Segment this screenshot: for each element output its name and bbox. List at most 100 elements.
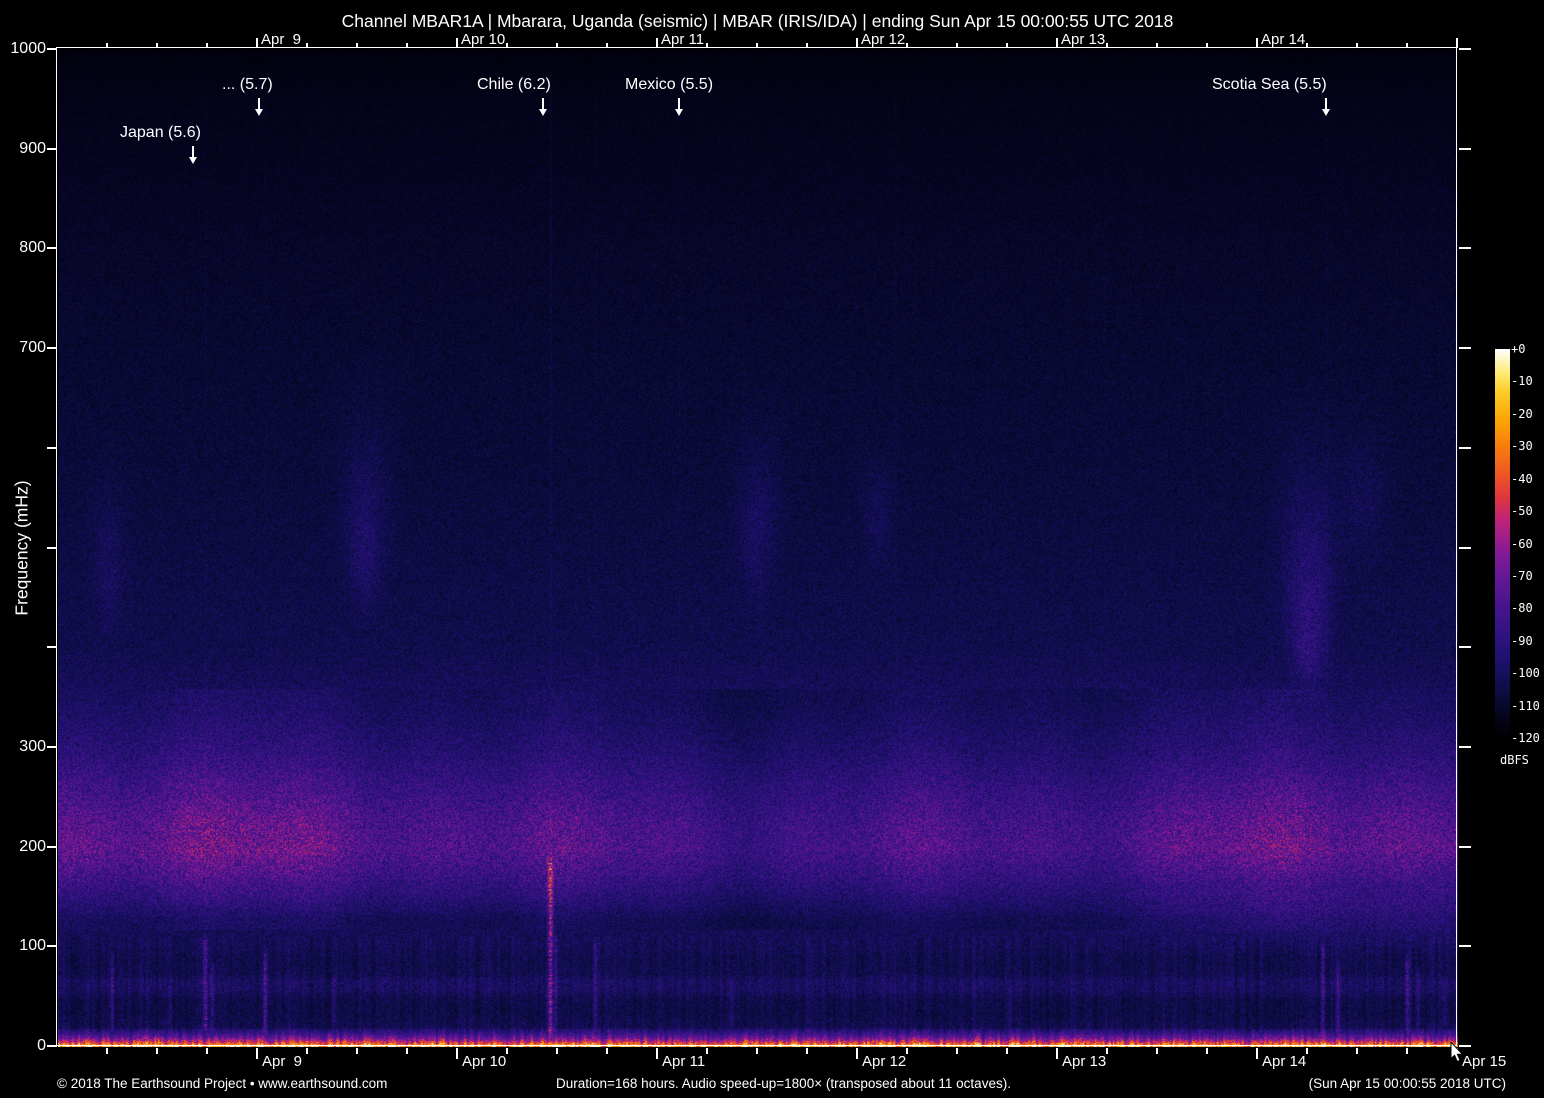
colorbar-tick-label: -70 [1511,568,1533,583]
x-tick-label-top: Apr 12 [861,31,906,48]
x-tick-top [406,43,408,48]
x-tick-bottom [956,1048,958,1054]
colorbar-tick-label: -100 [1511,666,1540,681]
x-tick-bottom [1056,1048,1058,1059]
colorbar [1495,349,1510,738]
colorbar-tick-label: -120 [1511,731,1540,745]
footer-timestamp: (Sun Apr 15 00:00:55 2018 UTC) [1308,1076,1506,1091]
y-major-tick-right [1459,945,1471,948]
colorbar-tick-label: -110 [1511,698,1540,713]
footer-copyright: © 2018 The Earthsound Project • www.eart… [57,1076,388,1091]
x-tick-bottom [256,1048,258,1059]
x-tick-top [456,38,458,48]
x-tick-label-top: Apr 11 [661,31,705,48]
y-major-tick-right [1459,247,1471,250]
colorbar-tick-label: -40 [1511,471,1533,486]
x-tick-top [1456,38,1458,48]
x-tick-label-top: Apr 9 [261,31,302,48]
y-tick-label: 900 [19,139,46,157]
x-tick-top [556,43,558,48]
y-major-tick-right [1459,48,1471,50]
x-tick-bottom [1306,1048,1308,1054]
x-tick-bottom [906,1048,908,1054]
page-title: Channel MBAR1A | Mbarara, Uganda (seismi… [341,11,1174,31]
x-tick-bottom [106,1048,108,1054]
x-tick-top [656,38,658,48]
y-major-tick-right [1459,546,1471,549]
event-label: Mexico (5.5) [625,76,714,93]
y-major-tick-left [47,745,57,748]
x-tick-bottom [206,1048,208,1054]
event-arrow-down-icon [674,98,683,116]
x-tick-top [306,43,308,48]
x-tick-top [1406,43,1408,48]
x-tick-label-bottom: Apr 15 [1462,1053,1507,1070]
event-label: Japan (5.6) [120,124,201,141]
event-label: Scotia Sea (5.5) [1212,76,1327,93]
y-major-tick-right [1459,646,1471,649]
y-major-tick-right [1459,446,1471,449]
x-tick-label-top: Apr 13 [1061,31,1106,48]
x-tick-bottom [1206,1048,1208,1054]
x-tick-top [1106,43,1108,48]
x-tick-top [606,43,608,48]
y-major-tick-right [1459,845,1471,848]
x-tick-bottom [606,1048,608,1054]
footer-duration: Duration=168 hours. Audio speed-up=1800×… [556,1076,1011,1091]
y-tick-label: 700 [19,339,46,357]
y-major-tick-left [47,945,57,948]
colorbar-unit-label: dBFS [1500,753,1529,767]
x-tick-bottom [1006,1048,1008,1054]
x-tick-top [156,43,158,48]
x-tick-top [706,43,708,48]
x-tick-top [1306,43,1308,48]
x-tick-bottom [856,1048,858,1059]
x-tick-top [1006,43,1008,48]
x-tick-bottom [456,1048,458,1059]
x-tick-top [506,43,508,48]
y-major-tick-left [47,446,57,449]
y-major-tick-left [47,48,57,50]
y-tick-label: 800 [19,239,46,257]
x-tick-top [1206,43,1208,48]
event-arrow-down-icon [538,98,547,116]
x-tick-bottom [656,1048,658,1059]
x-tick-top [1156,43,1158,48]
x-tick-bottom [1406,1048,1408,1054]
x-tick-bottom [1156,1048,1158,1054]
x-tick-top [806,43,808,48]
y-tick-label: 100 [19,937,46,955]
x-tick-label-bottom: Apr 13 [1062,1053,1107,1070]
x-tick-top [206,43,208,48]
x-tick-top [1256,38,1258,48]
x-tick-bottom [1256,1048,1258,1059]
x-tick-top [956,43,958,48]
colorbar-tick-label: -50 [1511,504,1533,519]
x-tick-top [906,43,908,48]
y-axis-title: Frequency (mHz) [11,480,32,616]
x-tick-bottom [506,1048,508,1054]
y-tick-label: 0 [37,1037,46,1054]
y-tick-label: 1000 [10,40,46,57]
y-major-tick-left [47,845,57,848]
y-tick-label: 200 [19,837,46,855]
x-tick-bottom [356,1048,358,1054]
colorbar-tick-label: -80 [1511,601,1533,616]
x-tick-label-bottom: Apr 10 [462,1053,507,1070]
y-major-tick-right [1459,745,1471,748]
x-tick-top [356,43,358,48]
event-arrow-down-icon [254,98,263,116]
x-tick-bottom [406,1048,408,1054]
x-tick-bottom [806,1048,808,1054]
x-tick-bottom [756,1048,758,1054]
plot-frame [56,47,1457,1046]
y-major-tick-left [47,546,57,549]
x-tick-top [1056,38,1058,48]
event-label: ... (5.7) [222,76,273,93]
colorbar-tick-label: -20 [1511,406,1533,421]
y-major-tick-right [1459,147,1471,150]
colorbar-tick-label: -60 [1511,536,1533,551]
x-tick-top [756,43,758,48]
y-major-tick-left [47,147,57,150]
x-tick-label-top: Apr 10 [461,31,506,48]
